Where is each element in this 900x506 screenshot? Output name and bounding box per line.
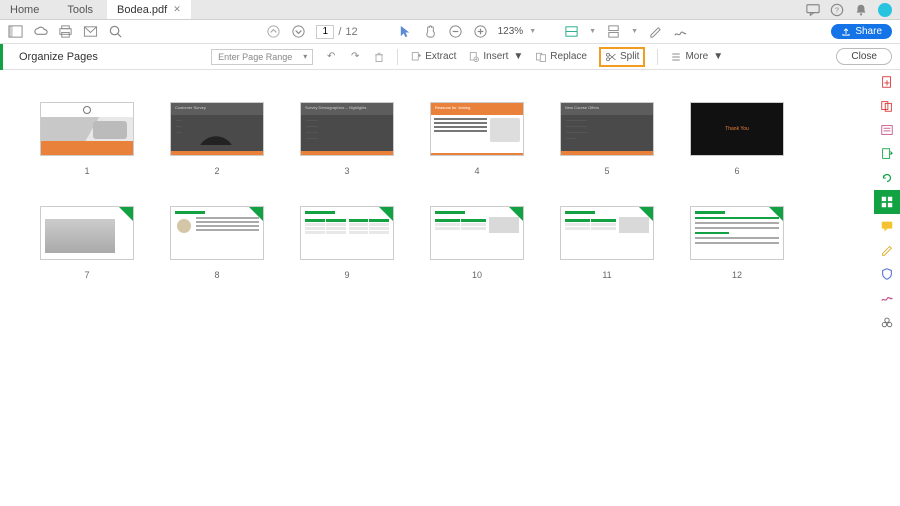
extract-button[interactable]: Extract <box>410 51 456 63</box>
page-thumb[interactable]: Thank You 6 <box>690 102 784 176</box>
fit-width-icon[interactable] <box>564 24 579 39</box>
main-toolbar: / 12 123% ▼ ▼ ▼ Share <box>0 20 900 44</box>
print-icon[interactable] <box>58 24 73 39</box>
sign-icon[interactable] <box>673 24 688 39</box>
page-thumb[interactable]: Customer Survey……………… 2 <box>170 102 264 176</box>
page-down-icon[interactable] <box>291 24 306 39</box>
replace-icon <box>535 51 547 63</box>
chevron-down-icon: ▼ <box>513 51 523 62</box>
page-range-input[interactable]: Enter Page Range <box>211 49 313 65</box>
zoom-value: 123% <box>498 26 524 37</box>
thumb-label: 5 <box>604 166 609 176</box>
page-indicator: / 12 <box>316 25 357 39</box>
page-current-input[interactable] <box>316 25 334 39</box>
organize-toolbar: Organize Pages Enter Page Range ↶ ↷ Extr… <box>0 44 900 70</box>
svg-text:?: ? <box>835 7 839 14</box>
rotate-cw-icon: ↷ <box>349 51 361 63</box>
chevron-down-icon[interactable]: ▼ <box>631 28 638 35</box>
zoom-in-icon[interactable] <box>473 24 488 39</box>
bell-icon[interactable] <box>854 3 868 17</box>
more-button[interactable]: More▼ <box>670 51 723 63</box>
list-icon <box>670 51 682 63</box>
rail-combine[interactable] <box>874 94 900 118</box>
tool-rail <box>874 70 900 334</box>
rail-rotate[interactable] <box>874 166 900 190</box>
page-thumb[interactable]: 8 <box>170 206 264 280</box>
chat-icon[interactable] <box>806 3 820 17</box>
share-button[interactable]: Share <box>831 24 892 39</box>
page-thumb[interactable]: New Course Offers……………………………………………………………… <box>560 102 654 176</box>
tab-file-label: Bodea.pdf <box>117 4 167 16</box>
page-up-icon[interactable] <box>266 24 281 39</box>
close-icon[interactable]: ✕ <box>173 4 181 15</box>
cloud-icon[interactable] <box>33 24 48 39</box>
thumb-label: 11 <box>602 270 611 280</box>
insert-icon <box>468 51 480 63</box>
page-sep: / <box>338 26 341 38</box>
tab-home[interactable]: Home <box>0 0 53 19</box>
tab-file[interactable]: Bodea.pdf ✕ <box>107 0 191 19</box>
page-thumb[interactable]: 1 <box>40 102 134 176</box>
page-thumb[interactable]: 10 <box>430 206 524 280</box>
rotate-cw-button[interactable]: ↷ <box>349 51 361 63</box>
accent-bar <box>0 44 3 70</box>
split-button[interactable]: Split <box>599 47 645 67</box>
page-thumb[interactable]: 11 <box>560 206 654 280</box>
rail-more-tools[interactable] <box>874 310 900 334</box>
thumb-label: 3 <box>344 166 349 176</box>
thumb-label: 7 <box>84 270 89 280</box>
replace-button[interactable]: Replace <box>535 51 587 63</box>
scroll-mode-icon[interactable] <box>606 24 621 39</box>
rail-create-pdf[interactable] <box>874 70 900 94</box>
share-label: Share <box>855 26 882 37</box>
insert-button[interactable]: Insert▼ <box>468 51 523 63</box>
help-icon[interactable]: ? <box>830 3 844 17</box>
mail-icon[interactable] <box>83 24 98 39</box>
rail-protect[interactable] <box>874 262 900 286</box>
page-thumb[interactable]: 12 <box>690 206 784 280</box>
sidebar-toggle-icon[interactable] <box>8 24 23 39</box>
highlight-icon[interactable] <box>648 24 663 39</box>
avatar[interactable] <box>878 3 892 17</box>
tab-tools[interactable]: Tools <box>53 0 107 19</box>
trash-icon <box>373 51 385 63</box>
chevron-down-icon[interactable]: ▼ <box>589 28 596 35</box>
page-thumb[interactable]: 7 <box>40 206 134 280</box>
rotate-ccw-button[interactable]: ↶ <box>325 51 337 63</box>
hand-icon[interactable] <box>423 24 438 39</box>
scissors-icon <box>605 51 617 63</box>
rail-edit-pdf[interactable] <box>874 118 900 142</box>
rail-export[interactable] <box>874 142 900 166</box>
thumb-label: 10 <box>472 270 482 280</box>
thumbnail-grid: 1 Customer Survey……………… 2 Survey Demogra… <box>0 72 874 506</box>
rail-comment[interactable] <box>874 214 900 238</box>
pointer-icon[interactable] <box>398 24 413 39</box>
thumb-label: 12 <box>732 270 742 280</box>
close-button[interactable]: Close <box>836 48 892 65</box>
zoom-out-icon[interactable] <box>448 24 463 39</box>
rotate-ccw-icon: ↶ <box>325 51 337 63</box>
chevron-down-icon: ▼ <box>529 28 536 35</box>
thumb-label: 1 <box>84 166 89 176</box>
page-thumb[interactable]: Survey Demographics – Highlights……………………… <box>300 102 394 176</box>
system-tray: ? <box>806 0 900 19</box>
tab-bar: Home Tools Bodea.pdf ✕ ? <box>0 0 900 20</box>
page-thumb[interactable]: Reasons for Joining 4 <box>430 102 524 176</box>
chevron-down-icon: ▼ <box>713 51 723 62</box>
page-total: 12 <box>345 26 357 38</box>
page-thumb[interactable]: 9 <box>300 206 394 280</box>
thumb-label: 8 <box>214 270 219 280</box>
thumb-label: 4 <box>474 166 479 176</box>
organize-title: Organize Pages <box>19 51 98 63</box>
thumb-label: 2 <box>214 166 219 176</box>
extract-icon <box>410 51 422 63</box>
thumb-label: 9 <box>344 270 349 280</box>
zoom-dropdown[interactable]: 123% ▼ <box>498 26 537 37</box>
search-icon[interactable] <box>108 24 123 39</box>
rail-sign-tool[interactable] <box>874 286 900 310</box>
delete-button[interactable] <box>373 51 385 63</box>
rail-fill-sign[interactable] <box>874 238 900 262</box>
rail-organize[interactable] <box>874 190 900 214</box>
thumb-label: 6 <box>734 166 739 176</box>
